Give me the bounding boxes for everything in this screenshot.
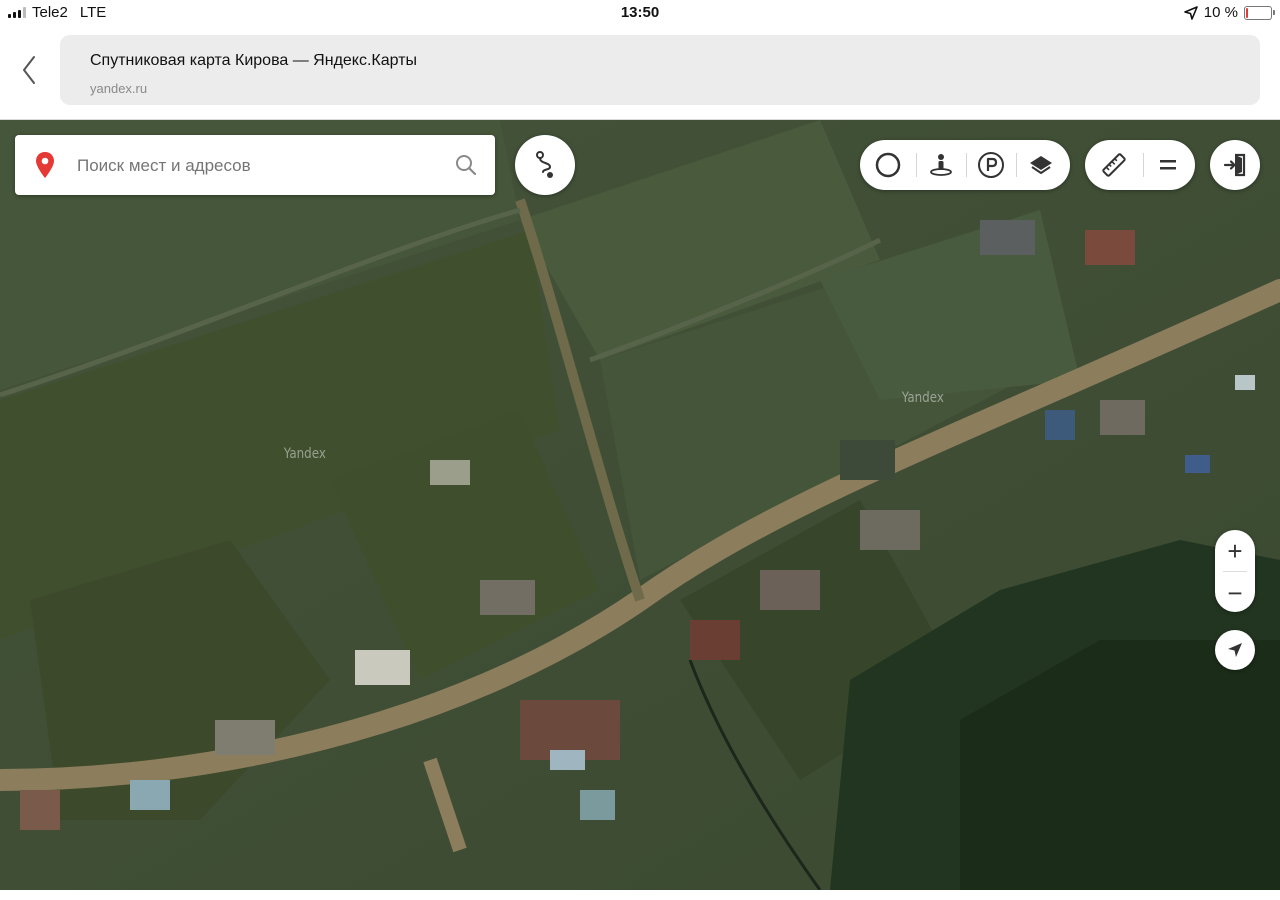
search-icon[interactable] <box>455 154 477 176</box>
address-bar[interactable]: Спутниковая карта Кирова — Яндекс.Карты … <box>60 35 1260 105</box>
location-arrow-icon <box>1183 5 1198 20</box>
map-tools-group <box>1085 140 1195 190</box>
battery-percent: 10 % <box>1203 4 1238 21</box>
clock: 13:50 <box>620 4 660 21</box>
map-layers-group <box>860 140 1070 190</box>
parking-icon <box>978 152 1004 178</box>
bottom-strip <box>0 890 1280 900</box>
page-domain: yandex.ru <box>90 81 148 96</box>
page-title: Спутниковая карта Кирова — Яндекс.Карты <box>90 52 418 69</box>
panorama-icon <box>930 154 952 176</box>
traffic-button[interactable] <box>860 140 916 190</box>
traffic-icon <box>875 152 901 178</box>
route-icon <box>536 151 553 178</box>
layers-button[interactable] <box>1016 140 1066 190</box>
back-chevron-icon <box>23 56 35 84</box>
yandex-watermark: Yandex <box>901 390 944 406</box>
parking-button[interactable] <box>966 140 1016 190</box>
search-input[interactable] <box>75 149 449 183</box>
back-button[interactable] <box>14 50 44 90</box>
locate-button[interactable] <box>1215 630 1255 670</box>
menu-icon <box>1160 160 1176 170</box>
zoom-out-button[interactable]: − <box>1215 572 1255 613</box>
locate-arrow-icon <box>1228 643 1242 657</box>
status-bar: Tele2 LTE 13:50 10 % <box>0 0 1280 26</box>
satellite-imagery <box>0 120 1280 890</box>
location-pin-icon <box>36 152 54 178</box>
browser-header: Спутниковая карта Кирова — Яндекс.Карты … <box>0 26 1280 120</box>
zoom-control: + − <box>1215 530 1255 612</box>
status-right: 10 % <box>1183 4 1275 21</box>
battery-icon <box>1244 5 1275 20</box>
layers-icon <box>1030 156 1052 174</box>
search-box[interactable] <box>15 135 495 195</box>
route-button[interactable] <box>515 135 575 195</box>
menu-button[interactable] <box>1143 140 1193 190</box>
satellite-map[interactable]: Yandex Yandex Поиск мест и адресов + − <box>0 120 1280 890</box>
ruler-icon <box>1102 153 1126 177</box>
zoom-in-button[interactable]: + <box>1215 530 1255 571</box>
ruler-button[interactable] <box>1085 140 1143 190</box>
login-button[interactable] <box>1210 140 1260 190</box>
login-icon <box>1223 153 1246 177</box>
yandex-watermark: Yandex <box>283 446 326 462</box>
panorama-button[interactable] <box>916 140 966 190</box>
